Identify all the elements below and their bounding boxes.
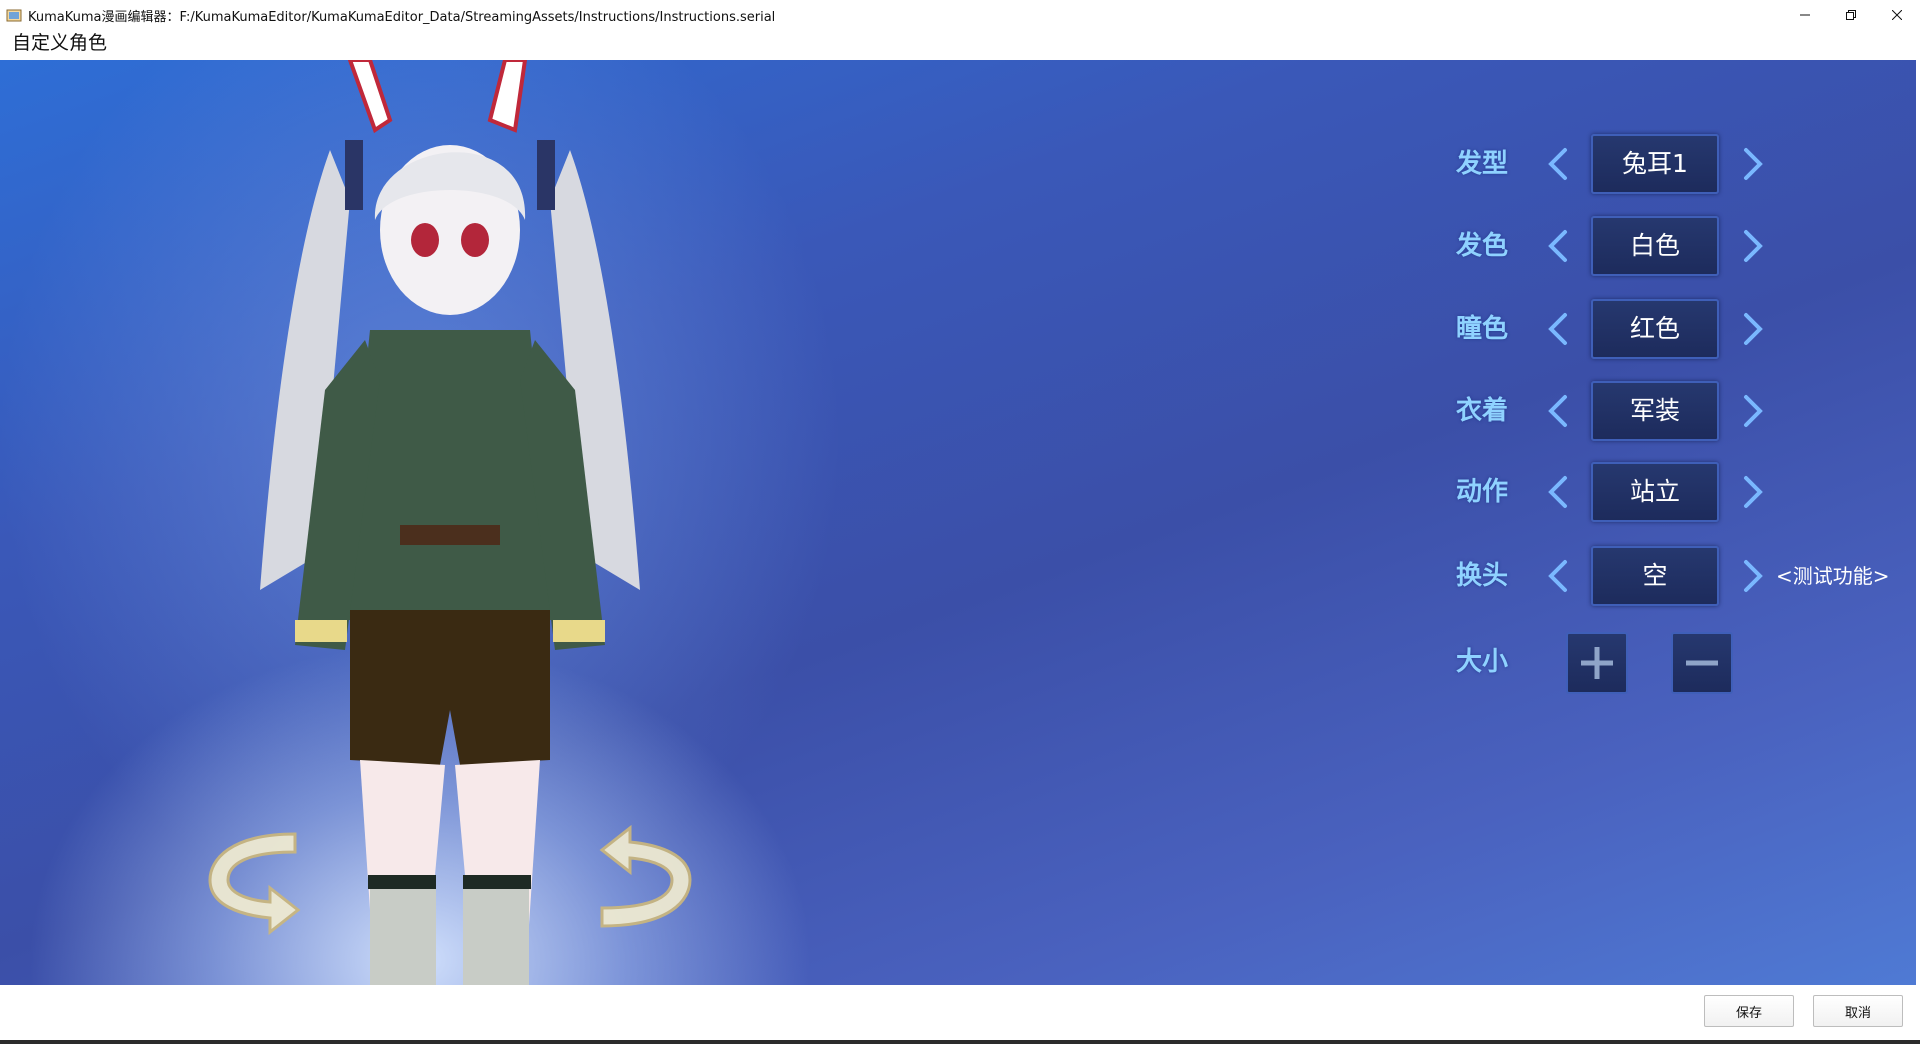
- head-swap-value: 空: [1591, 546, 1719, 606]
- test-feature-note: <测试功能>: [1776, 564, 1890, 588]
- size-increase-button[interactable]: [1566, 632, 1628, 694]
- save-button[interactable]: 保存: [1704, 995, 1794, 1027]
- chevron-left-icon[interactable]: [1543, 144, 1573, 184]
- option-label: 动作: [1456, 477, 1509, 507]
- chevron-right-icon[interactable]: [1738, 472, 1768, 512]
- window-title: KumaKuma漫画编辑器：F:/KumaKumaEditor/KumaKuma…: [28, 9, 776, 25]
- option-label: 大小: [1456, 647, 1509, 677]
- size-decrease-button[interactable]: [1671, 632, 1733, 694]
- chevron-left-icon[interactable]: [1543, 472, 1573, 512]
- restore-icon: [1846, 10, 1856, 20]
- chevron-right-icon[interactable]: [1738, 144, 1768, 184]
- minimize-button[interactable]: [1782, 0, 1828, 30]
- chevron-right-icon[interactable]: [1738, 309, 1768, 349]
- stage-edge: [1916, 60, 1920, 985]
- minus-icon: [1686, 660, 1718, 666]
- page-title: 自定义角色: [12, 32, 108, 54]
- rotate-right-icon[interactable]: [590, 820, 700, 940]
- minimize-icon: [1800, 14, 1810, 16]
- character-preview[interactable]: 发型 兔耳1 发色 白色 瞳色 红色 衣着 军装 动作 站立 换头 空 <测试功…: [0, 60, 1916, 985]
- chevron-right-icon[interactable]: [1738, 556, 1768, 596]
- restore-button[interactable]: [1828, 0, 1874, 30]
- chevron-left-icon[interactable]: [1543, 391, 1573, 431]
- footer-bar: 保存 取消: [0, 985, 1920, 1044]
- title-bar: KumaKuma漫画编辑器：F:/KumaKumaEditor/KumaKuma…: [0, 0, 1920, 30]
- plus-icon: [1581, 647, 1613, 679]
- eye-color-value: 红色: [1591, 299, 1719, 359]
- cancel-button[interactable]: 取消: [1813, 995, 1903, 1027]
- option-label: 衣着: [1456, 396, 1509, 426]
- option-label: 瞳色: [1456, 314, 1509, 344]
- close-button[interactable]: [1874, 0, 1920, 30]
- chevron-left-icon[interactable]: [1543, 309, 1573, 349]
- rotate-left-icon[interactable]: [200, 820, 310, 940]
- hair-color-value: 白色: [1591, 216, 1719, 276]
- chevron-right-icon[interactable]: [1738, 391, 1768, 431]
- close-icon: [1892, 10, 1902, 20]
- option-label: 换头: [1456, 561, 1509, 591]
- chevron-left-icon[interactable]: [1543, 556, 1573, 596]
- chevron-left-icon[interactable]: [1543, 226, 1573, 266]
- taskbar-strip: [0, 1040, 1920, 1044]
- pose-value: 站立: [1591, 462, 1719, 522]
- window-controls: [1782, 0, 1920, 30]
- option-label: 发型: [1456, 149, 1509, 179]
- page-header: 自定义角色: [0, 30, 1920, 60]
- option-label: 发色: [1456, 231, 1509, 261]
- hairstyle-value: 兔耳1: [1591, 134, 1719, 194]
- clothing-value: 军装: [1591, 381, 1719, 441]
- app-window: KumaKuma漫画编辑器：F:/KumaKumaEditor/KumaKuma…: [0, 0, 1920, 1044]
- app-icon: [6, 9, 22, 22]
- chevron-right-icon[interactable]: [1738, 226, 1768, 266]
